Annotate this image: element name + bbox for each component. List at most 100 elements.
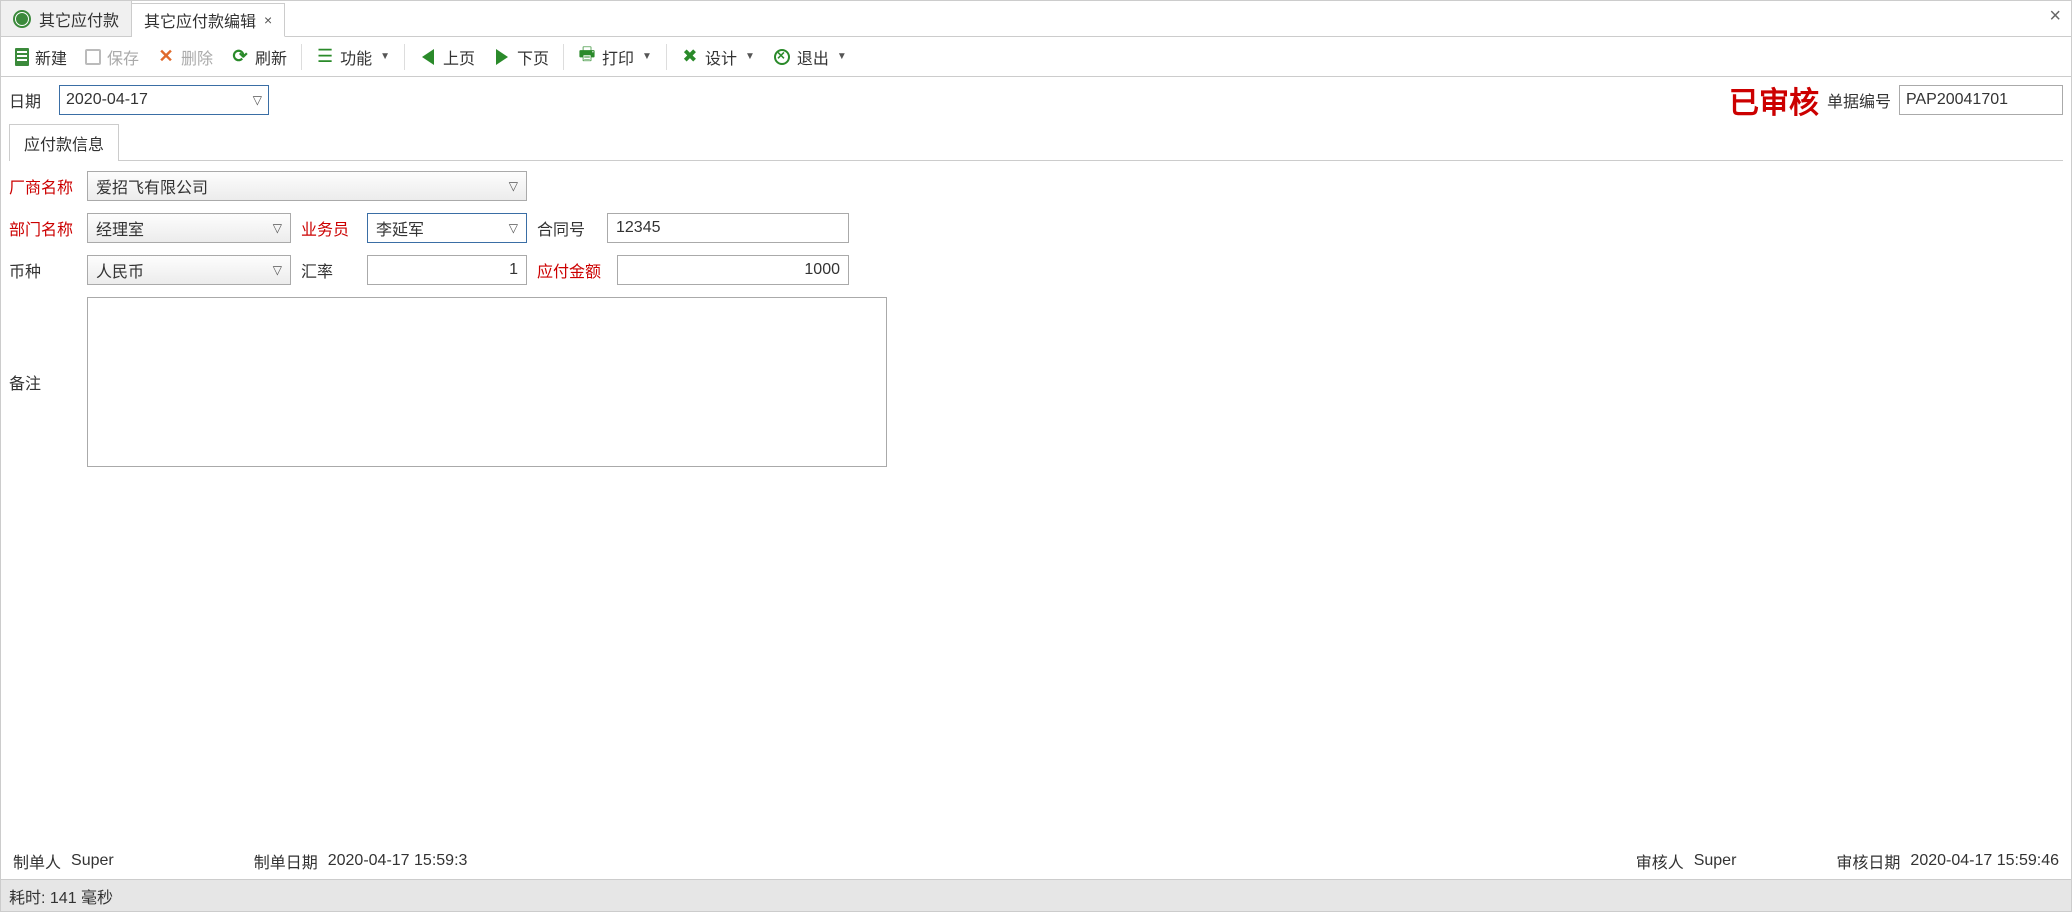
auditor-value: Super [1694,852,1737,870]
next-label: 下页 [517,45,549,69]
chevron-down-icon: ▽ [273,221,282,235]
document-tabs: 其它应付款 其它应付款编辑 × × [1,1,2071,37]
date-label: 日期 [9,88,59,112]
subtab-label: 应付款信息 [24,137,104,154]
currency-label: 币种 [9,258,81,282]
contract-input[interactable]: 12345 [607,213,849,243]
prev-button[interactable]: 上页 [411,41,483,73]
remark-input[interactable] [87,297,887,467]
next-icon [493,48,511,66]
separator [666,44,667,70]
header-row: 日期 2020-04-17 ▽ 已审核 单据编号 PAP20041701 [9,83,2063,117]
wrench-icon: ✖ [681,48,699,66]
creator-value: Super [71,852,114,870]
design-button[interactable]: ✖ 设计 ▼ [673,41,763,73]
new-button[interactable]: 新建 [7,41,75,73]
subtab-payable-info[interactable]: 应付款信息 [9,124,119,161]
refresh-button[interactable]: ⟳ 刷新 [223,41,295,73]
payable-form: 厂商名称 爱招飞有限公司 ▽ 部门名称 经理室 ▽ 业务员 李延军 ▽ 合同号 [9,161,2063,467]
prev-label: 上页 [443,45,475,69]
function-button[interactable]: ☰ 功能 ▼ [308,41,398,73]
create-time-value: 2020-04-17 15:59:3 [328,852,468,870]
amount-value: 1000 [804,261,840,279]
date-input[interactable]: 2020-04-17 ▽ [59,85,269,115]
sales-select[interactable]: 李延军 ▽ [367,213,527,243]
doc-number-label: 单据编号 [1827,88,1891,112]
save-icon [85,49,101,65]
separator [301,44,302,70]
print-label: 打印 [602,45,634,69]
contract-label: 合同号 [537,216,601,240]
vendor-value: 爱招飞有限公司 [96,174,208,198]
delete-icon: ✕ [157,48,175,66]
create-time-label: 制单日期 [254,849,318,873]
rate-input[interactable]: 1 [367,255,527,285]
chevron-down-icon: ▼ [380,51,390,62]
window-close-icon[interactable]: × [2049,5,2061,28]
new-label: 新建 [35,45,67,69]
separator [404,44,405,70]
new-icon [15,48,29,66]
close-icon[interactable]: × [264,12,272,28]
chevron-down-icon: ▽ [253,93,262,107]
prev-icon [419,48,437,66]
delete-button[interactable]: ✕ 删除 [149,41,221,73]
chevron-down-icon: ▼ [837,51,847,62]
creator-label: 制单人 [13,849,61,873]
approved-stamp: 已审核 [1729,78,1819,122]
doc-number-field[interactable]: PAP20041701 [1899,85,2063,115]
dept-value: 经理室 [96,216,144,240]
sub-tabs: 应付款信息 [9,123,2063,161]
vendor-select[interactable]: 爱招飞有限公司 ▽ [87,171,527,201]
rate-value: 1 [509,261,518,279]
function-label: 功能 [340,45,372,69]
print-icon: 🖶 [578,48,596,66]
app-window: 其它应付款 其它应付款编辑 × × 新建 保存 ✕ 删除 ⟳ 刷新 ☰ 功能 ▼ [0,0,2072,912]
amount-label: 应付金额 [537,258,611,282]
globe-icon [13,10,31,28]
next-button[interactable]: 下页 [485,41,557,73]
footer-info: 制单人 Super 制单日期 2020-04-17 15:59:3 审核人 Su… [9,843,2063,879]
tab-other-payables-edit[interactable]: 其它应付款编辑 × [132,3,285,37]
save-button[interactable]: 保存 [77,41,147,73]
chevron-down-icon: ▽ [509,179,518,193]
audit-time-label: 审核日期 [1836,849,1900,873]
exit-icon [773,48,791,66]
tab-other-payables-list[interactable]: 其它应付款 [1,1,132,36]
chevron-down-icon: ▼ [745,51,755,62]
currency-value: 人民币 [96,258,144,282]
sales-value: 李延军 [376,216,424,240]
dept-label: 部门名称 [9,216,81,240]
remark-label: 备注 [9,370,81,394]
audit-time-value: 2020-04-17 15:59:46 [1910,852,2059,870]
refresh-label: 刷新 [255,45,287,69]
tab-label: 其它应付款编辑 [144,8,256,32]
rate-label: 汇率 [301,258,361,282]
chevron-down-icon: ▽ [273,263,282,277]
status-bar: 耗时: 141 毫秒 [1,879,2071,911]
list-icon: ☰ [316,48,334,66]
doc-number-value: PAP20041701 [1906,91,2008,109]
date-value: 2020-04-17 [66,91,148,109]
chevron-down-icon: ▼ [642,51,652,62]
contract-value: 12345 [616,219,661,237]
refresh-icon: ⟳ [231,48,249,66]
separator [563,44,564,70]
form-body: 日期 2020-04-17 ▽ 已审核 单据编号 PAP20041701 应付款… [1,77,2071,879]
currency-select[interactable]: 人民币 ▽ [87,255,291,285]
print-button[interactable]: 🖶 打印 ▼ [570,41,660,73]
auditor-label: 审核人 [1636,849,1684,873]
vendor-label: 厂商名称 [9,174,81,198]
delete-label: 删除 [181,45,213,69]
chevron-down-icon: ▽ [509,221,518,235]
tab-label: 其它应付款 [39,7,119,31]
dept-select[interactable]: 经理室 ▽ [87,213,291,243]
toolbar: 新建 保存 ✕ 删除 ⟳ 刷新 ☰ 功能 ▼ 上页 下页 [1,37,2071,77]
design-label: 设计 [705,45,737,69]
elapsed-time: 耗时: 141 毫秒 [9,884,113,908]
save-label: 保存 [107,45,139,69]
exit-button[interactable]: 退出 ▼ [765,41,855,73]
sales-label: 业务员 [301,216,361,240]
amount-input[interactable]: 1000 [617,255,849,285]
exit-label: 退出 [797,45,829,69]
